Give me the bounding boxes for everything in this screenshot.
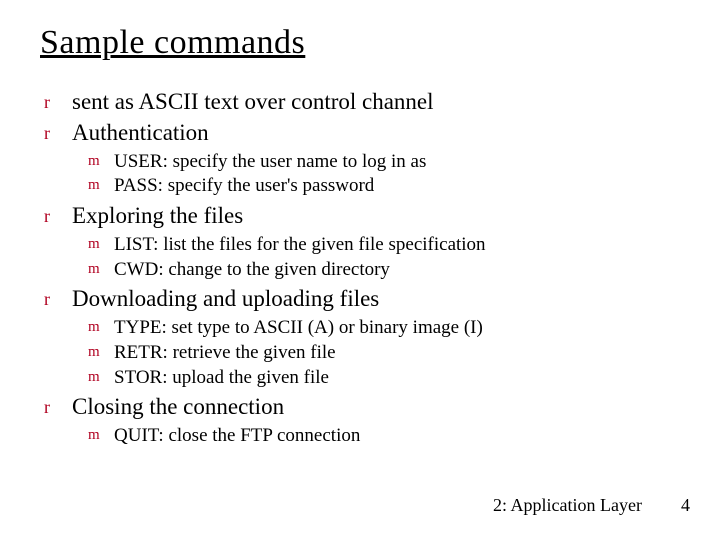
sub-bullet-item: m USER: specify the user name to log in … — [88, 150, 680, 174]
sub-bullet-text: LIST: list the files for the given file … — [114, 233, 680, 257]
bullet-item: r Closing the connection — [44, 393, 680, 422]
sub-bullet-item: m PASS: specify the user's password — [88, 174, 680, 198]
sub-bullet-marker: m — [88, 366, 114, 387]
sub-bullet-text: STOR: upload the given file — [114, 366, 680, 390]
bullet-marker: r — [44, 285, 72, 311]
bullet-marker: r — [44, 119, 72, 145]
bullet-item: r Exploring the files — [44, 202, 680, 231]
sub-bullet-marker: m — [88, 316, 114, 337]
bullet-item: r Authentication — [44, 119, 680, 148]
sub-bullet-text: QUIT: close the FTP connection — [114, 424, 680, 448]
footer-page-number: 4 — [681, 495, 690, 516]
slide-title: Sample commands — [40, 24, 680, 62]
bullet-marker: r — [44, 88, 72, 114]
bullet-text: Authentication — [72, 119, 680, 148]
sub-bullet-text: RETR: retrieve the given file — [114, 341, 680, 365]
bullet-text: Closing the connection — [72, 393, 680, 422]
sub-bullet-text: PASS: specify the user's password — [114, 174, 680, 198]
sub-bullet-text: CWD: change to the given directory — [114, 258, 680, 282]
slide: Sample commands r sent as ASCII text ove… — [0, 0, 720, 540]
sub-bullet-marker: m — [88, 150, 114, 171]
sub-bullet-marker: m — [88, 258, 114, 279]
sub-bullet-marker: m — [88, 174, 114, 195]
bullet-marker: r — [44, 393, 72, 419]
sub-bullet-marker: m — [88, 233, 114, 254]
bullet-text: Exploring the files — [72, 202, 680, 231]
bullet-list: r sent as ASCII text over control channe… — [44, 88, 680, 448]
sub-bullet-item: m TYPE: set type to ASCII (A) or binary … — [88, 316, 680, 340]
sub-bullet-text: USER: specify the user name to log in as — [114, 150, 680, 174]
bullet-item: r sent as ASCII text over control channe… — [44, 88, 680, 117]
bullet-text: sent as ASCII text over control channel — [72, 88, 680, 117]
sub-bullet-list: m QUIT: close the FTP connection — [88, 424, 680, 448]
sub-bullet-list: m TYPE: set type to ASCII (A) or binary … — [88, 316, 680, 389]
sub-bullet-list: m LIST: list the files for the given fil… — [88, 233, 680, 282]
sub-bullet-text: TYPE: set type to ASCII (A) or binary im… — [114, 316, 680, 340]
bullet-text: Downloading and uploading files — [72, 285, 680, 314]
sub-bullet-item: m LIST: list the files for the given fil… — [88, 233, 680, 257]
sub-bullet-item: m CWD: change to the given directory — [88, 258, 680, 282]
sub-bullet-marker: m — [88, 424, 114, 445]
sub-bullet-list: m USER: specify the user name to log in … — [88, 150, 680, 199]
sub-bullet-item: m RETR: retrieve the given file — [88, 341, 680, 365]
sub-bullet-item: m STOR: upload the given file — [88, 366, 680, 390]
footer-chapter: 2: Application Layer — [493, 495, 642, 516]
sub-bullet-marker: m — [88, 341, 114, 362]
sub-bullet-item: m QUIT: close the FTP connection — [88, 424, 680, 448]
bullet-item: r Downloading and uploading files — [44, 285, 680, 314]
bullet-marker: r — [44, 202, 72, 228]
